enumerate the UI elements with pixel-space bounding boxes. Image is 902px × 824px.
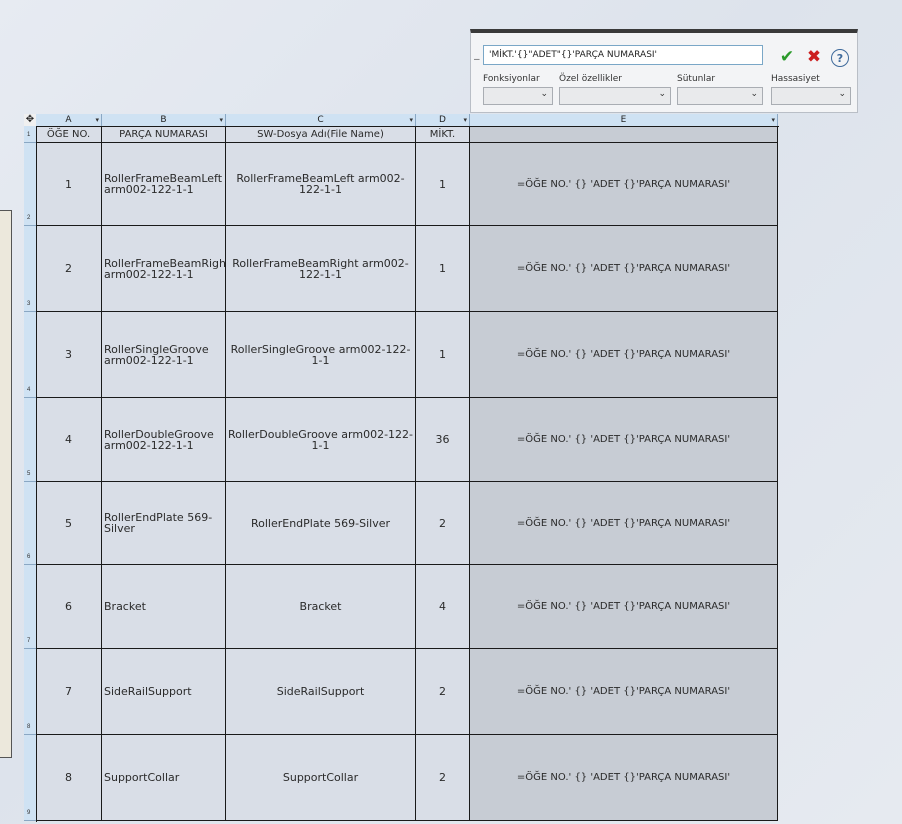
column-letter: D [439, 115, 446, 125]
columns-dropdown[interactable]: ⌄ [677, 87, 763, 105]
row-header[interactable]: 9 [24, 735, 36, 821]
row-header[interactable]: 7 [24, 565, 36, 649]
functions-dropdown[interactable]: ⌄ [483, 87, 553, 105]
precision-label: Hassasiyet [771, 74, 820, 84]
dropdown-arrow-icon[interactable]: ▾ [95, 114, 99, 126]
columns-label: Sütunlar [677, 74, 716, 84]
dropdown-arrow-icon[interactable]: ▾ [409, 114, 413, 126]
row-number: 1 [27, 132, 31, 138]
precision-dropdown[interactable]: ⌄ [771, 87, 851, 105]
row-number: 6 [27, 554, 31, 560]
formula-bar-handle[interactable]: – [474, 54, 480, 65]
formula-input[interactable]: 'MİKT.'{}"ADET"{}'PARÇA NUMARASI' [483, 45, 763, 65]
functions-label: Fonksiyonlar [483, 74, 540, 84]
row-number: 3 [27, 301, 31, 307]
row-header[interactable]: 2 [24, 143, 36, 226]
chevron-down-icon: ⌄ [658, 89, 666, 99]
column-letter: E [620, 115, 627, 125]
question-icon[interactable]: ? [831, 49, 849, 67]
custom-properties-dropdown[interactable]: ⌄ [559, 87, 671, 105]
column-header-c[interactable]: C ▾ [226, 114, 416, 126]
row-header[interactable]: 1 [24, 126, 36, 143]
row-number: 9 [27, 810, 31, 816]
chevron-down-icon: ⌄ [838, 89, 846, 99]
table-outline [36, 126, 779, 822]
row-number: 8 [27, 724, 31, 730]
column-letter: B [160, 115, 167, 125]
dropdown-arrow-icon[interactable]: ▾ [219, 114, 223, 126]
formula-bar: – 'MİKT.'{}"ADET"{}'PARÇA NUMARASI' ✔ ✖ … [470, 29, 858, 113]
column-header-e[interactable]: E ▾ [470, 114, 778, 126]
dropdown-arrow-icon[interactable]: ▾ [771, 114, 775, 126]
row-header[interactable]: 6 [24, 482, 36, 565]
column-letter: C [317, 115, 324, 125]
checkmark-icon[interactable]: ✔ [777, 47, 797, 67]
row-number: 2 [27, 215, 31, 221]
row-number: 7 [27, 638, 31, 644]
chevron-down-icon: ⌄ [540, 89, 548, 99]
side-panel [0, 210, 12, 758]
move-table-icon[interactable]: ✥ [24, 114, 36, 126]
column-header-d[interactable]: D ▾ [416, 114, 470, 126]
row-header[interactable]: 3 [24, 226, 36, 312]
row-header[interactable]: 4 [24, 312, 36, 398]
custom-properties-label: Özel özellikler [559, 74, 622, 84]
column-header-a[interactable]: A ▾ [36, 114, 102, 126]
row-number: 5 [27, 471, 31, 477]
column-header-b[interactable]: B ▾ [102, 114, 226, 126]
dropdown-arrow-icon[interactable]: ▾ [463, 114, 467, 126]
x-icon[interactable]: ✖ [804, 47, 824, 67]
row-number: 4 [27, 387, 31, 393]
row-header[interactable]: 8 [24, 649, 36, 735]
chevron-down-icon: ⌄ [750, 89, 758, 99]
row-header[interactable]: 5 [24, 398, 36, 482]
column-letter: A [65, 115, 72, 125]
